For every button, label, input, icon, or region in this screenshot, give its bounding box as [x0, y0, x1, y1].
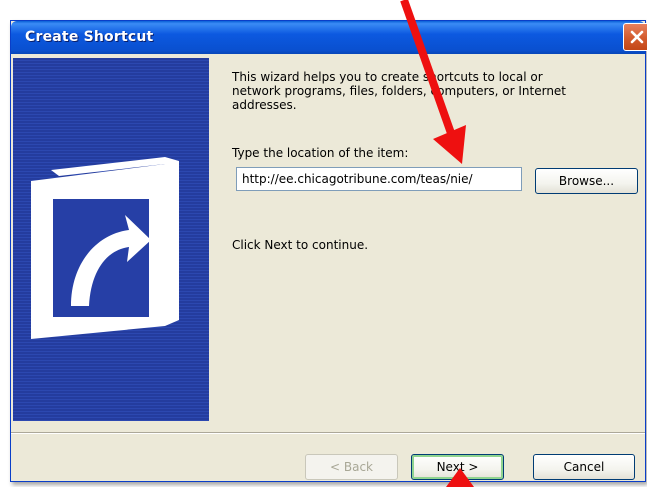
back-button[interactable]: < Back: [305, 454, 398, 480]
title-bar[interactable]: Create Shortcut: [11, 21, 647, 54]
dialog-body: This wizard helps you to create shortcut…: [11, 54, 645, 481]
intro-text: This wizard helps you to create shortcut…: [232, 70, 612, 112]
window-title: Create Shortcut: [25, 29, 154, 45]
cancel-button[interactable]: Cancel: [533, 454, 635, 480]
shortcut-arrow-icon: [31, 157, 179, 339]
browse-button[interactable]: Browse...: [535, 168, 638, 194]
wizard-banner: [13, 58, 209, 421]
location-label: Type the location of the item:: [232, 146, 409, 160]
intro-line: This wizard helps you to create shortcut…: [232, 70, 543, 84]
next-button[interactable]: Next >: [411, 454, 504, 480]
close-icon: [630, 30, 644, 44]
intro-line: network programs, files, folders, comput…: [232, 84, 567, 98]
create-shortcut-dialog: Create Shortcut This wizard helps you to…: [10, 20, 647, 482]
close-button[interactable]: [623, 23, 647, 51]
footer-divider: [11, 432, 645, 434]
intro-line: addresses.: [232, 98, 297, 112]
continue-instruction: Click Next to continue.: [232, 238, 369, 252]
location-input[interactable]: [236, 167, 522, 191]
